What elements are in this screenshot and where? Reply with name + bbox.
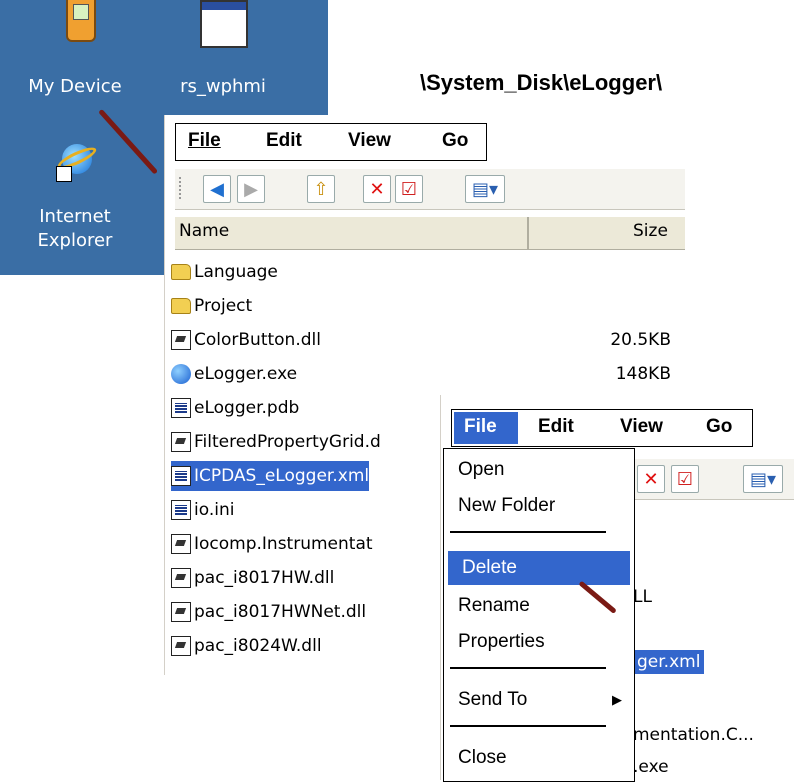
menu-item-label: Send To bbox=[458, 689, 528, 710]
partial-text: mentation.C... bbox=[633, 725, 754, 745]
menu-item-open[interactable]: Open bbox=[444, 453, 612, 487]
up-folder-icon[interactable]: ⇧ bbox=[307, 175, 335, 203]
window-icon bbox=[200, 0, 248, 48]
menu-item-label: Properties bbox=[458, 631, 545, 652]
file-row[interactable]: io.ini bbox=[171, 495, 234, 525]
file-row[interactable]: Project bbox=[171, 291, 252, 321]
partial-text: .exe bbox=[633, 757, 669, 777]
submenu-arrow-icon: ▶ bbox=[612, 692, 622, 707]
file-name: pac_i8024W.dll bbox=[194, 636, 322, 656]
file-row[interactable]: eLogger.pdb bbox=[171, 393, 299, 423]
menu-edit[interactable]: Edit bbox=[538, 416, 574, 438]
file-name: Iocomp.Instrumentat bbox=[194, 534, 373, 554]
file-size: 20.5KB bbox=[610, 330, 671, 350]
properties-icon[interactable]: ☑ bbox=[671, 465, 699, 493]
dll-file-icon bbox=[171, 602, 191, 622]
toolbar-grip bbox=[179, 177, 185, 199]
file-name: Language bbox=[194, 262, 278, 282]
dll-file-icon bbox=[171, 432, 191, 452]
menu-item-label: New Folder bbox=[458, 495, 556, 516]
menu-item-close[interactable]: Close bbox=[444, 741, 612, 775]
file-context-menu: Open New Folder Delete Rename Properties… bbox=[443, 448, 635, 782]
my-device-label: My Device bbox=[28, 76, 122, 97]
file-row[interactable]: pac_i8017HW.dll bbox=[171, 563, 334, 593]
rs-wphmi-shortcut[interactable]: rs_wphmi bbox=[168, 0, 278, 110]
menu-item-label: Close bbox=[458, 747, 507, 768]
menu-go[interactable]: Go bbox=[442, 130, 468, 152]
second-toolbar: ✕ ☑ ▤▾ bbox=[631, 459, 794, 500]
file-name: pac_i8017HWNet.dll bbox=[194, 602, 367, 622]
file-row[interactable]: eLogger.exe 148KB bbox=[171, 359, 671, 389]
menu-item-label: Open bbox=[458, 459, 505, 480]
file-size: 148KB bbox=[615, 364, 671, 384]
dll-file-icon bbox=[171, 330, 191, 350]
pdb-file-icon bbox=[171, 398, 191, 418]
menu-item-send-to[interactable]: Send To ▶ bbox=[444, 683, 622, 717]
xml-file-icon bbox=[171, 466, 191, 486]
forward-icon[interactable]: ▶ bbox=[237, 175, 265, 203]
menu-separator bbox=[450, 725, 606, 727]
menu-separator bbox=[450, 667, 606, 669]
menu-item-label: Delete bbox=[462, 557, 517, 578]
menu-item-properties[interactable]: Properties bbox=[444, 625, 612, 659]
menu-item-delete[interactable]: Delete bbox=[448, 551, 630, 585]
dll-file-icon bbox=[171, 534, 191, 554]
partial-text: LL bbox=[633, 587, 652, 607]
partial-selected-text[interactable]: ger.xml bbox=[633, 650, 705, 674]
file-name: eLogger.pdb bbox=[194, 398, 300, 418]
folder-icon bbox=[171, 298, 191, 314]
ini-file-icon bbox=[171, 500, 191, 520]
explorer-menu-bar: File Edit View Go bbox=[175, 123, 487, 161]
menu-file[interactable]: File bbox=[188, 130, 221, 152]
dll-file-icon bbox=[171, 568, 191, 588]
column-header: Name Size bbox=[175, 217, 685, 250]
menu-item-label: Rename bbox=[458, 595, 530, 616]
file-row[interactable]: Language bbox=[171, 257, 278, 287]
internet-explorer-label-2: Explorer bbox=[37, 230, 113, 251]
file-name: eLogger.exe bbox=[194, 364, 298, 384]
file-row-selected[interactable]: ICPDAS_eLogger.xml bbox=[171, 461, 370, 491]
internet-explorer-icon bbox=[55, 140, 99, 182]
rs-wphmi-label: rs_wphmi bbox=[180, 76, 266, 97]
view-icon[interactable]: ▤▾ bbox=[465, 175, 505, 203]
file-name: pac_i8017HW.dll bbox=[194, 568, 335, 588]
dll-file-icon bbox=[171, 636, 191, 656]
explorer-toolbar: ◀ ▶ ⇧ ✕ ☑ ▤▾ bbox=[175, 169, 685, 210]
pda-icon bbox=[66, 0, 96, 42]
delete-icon[interactable]: ✕ bbox=[637, 465, 665, 493]
menu-view[interactable]: View bbox=[620, 416, 663, 438]
delete-icon[interactable]: ✕ bbox=[363, 175, 391, 203]
path-label: \System_Disk\eLogger\ bbox=[420, 70, 663, 95]
menu-item-rename[interactable]: Rename bbox=[444, 589, 612, 623]
menu-view[interactable]: View bbox=[348, 130, 391, 152]
folder-icon bbox=[171, 264, 191, 280]
menu-file[interactable]: File bbox=[464, 416, 497, 438]
second-menu-bar: File Edit View Go bbox=[451, 409, 753, 447]
column-name[interactable]: Name bbox=[179, 221, 229, 241]
file-row[interactable]: ColorButton.dll 20.5KB bbox=[171, 325, 671, 355]
file-name: FilteredPropertyGrid.d bbox=[194, 432, 381, 452]
view-icon[interactable]: ▤▾ bbox=[743, 465, 783, 493]
menu-go[interactable]: Go bbox=[706, 416, 732, 438]
file-row[interactable]: FilteredPropertyGrid.d bbox=[171, 427, 381, 457]
exe-file-icon bbox=[171, 364, 191, 384]
column-divider[interactable] bbox=[527, 217, 529, 249]
internet-explorer-label-1: Internet bbox=[39, 206, 111, 227]
file-name: Project bbox=[194, 296, 253, 316]
back-icon[interactable]: ◀ bbox=[203, 175, 231, 203]
menu-edit[interactable]: Edit bbox=[266, 130, 302, 152]
column-size[interactable]: Size bbox=[633, 221, 668, 241]
internet-explorer-shortcut[interactable]: Internet Explorer bbox=[20, 140, 130, 270]
file-row[interactable]: pac_i8024W.dll bbox=[171, 631, 322, 661]
file-name: ICPDAS_eLogger.xml bbox=[194, 466, 370, 486]
file-row[interactable]: Iocomp.Instrumentat bbox=[171, 529, 373, 559]
file-row[interactable]: pac_i8017HWNet.dll bbox=[171, 597, 366, 627]
properties-icon[interactable]: ☑ bbox=[395, 175, 423, 203]
file-name: ColorButton.dll bbox=[194, 330, 321, 350]
my-device-shortcut[interactable]: My Device bbox=[20, 0, 130, 110]
file-name: io.ini bbox=[194, 500, 235, 520]
menu-separator bbox=[450, 531, 606, 533]
menu-item-new-folder[interactable]: New Folder bbox=[444, 489, 612, 523]
